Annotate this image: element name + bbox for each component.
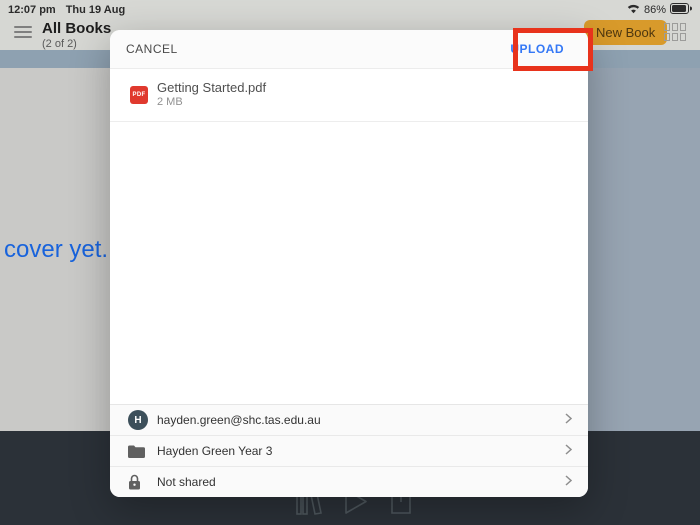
pdf-icon: PDF bbox=[130, 86, 148, 104]
library-title: All Books bbox=[42, 21, 111, 38]
lock-icon bbox=[128, 474, 150, 490]
screen: 12:07 pm Thu 19 Aug 86% All Books (2 of … bbox=[0, 0, 700, 525]
dialog-footer: H hayden.green@shc.tas.edu.au Hayden Gre… bbox=[110, 404, 588, 497]
avatar: H bbox=[128, 410, 148, 430]
cancel-button[interactable]: CANCEL bbox=[126, 42, 178, 56]
wifi-icon bbox=[627, 4, 640, 17]
status-bar: 12:07 pm Thu 19 Aug 86% bbox=[0, 0, 700, 20]
upload-dialog: CANCEL UPLOAD PDF Getting Started.pdf 2 … bbox=[110, 30, 588, 497]
new-book-button[interactable]: New Book bbox=[584, 20, 667, 45]
library-count: (2 of 2) bbox=[42, 38, 111, 50]
clock: 12:07 pm bbox=[8, 4, 56, 16]
file-row[interactable]: PDF Getting Started.pdf 2 MB bbox=[110, 69, 588, 122]
chevron-right-icon bbox=[565, 473, 572, 491]
sharing-row[interactable]: Not shared bbox=[110, 467, 588, 497]
sharing-label: Not shared bbox=[157, 475, 565, 489]
file-name: Getting Started.pdf bbox=[157, 80, 266, 96]
folder-icon bbox=[128, 445, 150, 458]
dialog-header: CANCEL UPLOAD bbox=[110, 30, 588, 69]
chevron-right-icon bbox=[565, 442, 572, 460]
upload-button[interactable]: UPLOAD bbox=[510, 42, 564, 56]
battery-icon bbox=[670, 3, 692, 17]
chevron-right-icon bbox=[565, 411, 572, 429]
battery-percent: 86% bbox=[644, 4, 666, 16]
menu-icon[interactable] bbox=[14, 26, 32, 38]
file-size: 2 MB bbox=[157, 96, 266, 110]
account-row[interactable]: H hayden.green@shc.tas.edu.au bbox=[110, 405, 588, 436]
grid-view-icon[interactable] bbox=[664, 23, 686, 41]
date: Thu 19 Aug bbox=[66, 4, 125, 16]
page-title: All Books (2 of 2) bbox=[42, 21, 111, 50]
account-email: hayden.green@shc.tas.edu.au bbox=[157, 413, 565, 427]
cover-placeholder-text: cover yet... bbox=[4, 236, 121, 264]
destination-row[interactable]: Hayden Green Year 3 bbox=[110, 436, 588, 467]
destination-label: Hayden Green Year 3 bbox=[157, 444, 565, 458]
dialog-body bbox=[110, 122, 588, 404]
